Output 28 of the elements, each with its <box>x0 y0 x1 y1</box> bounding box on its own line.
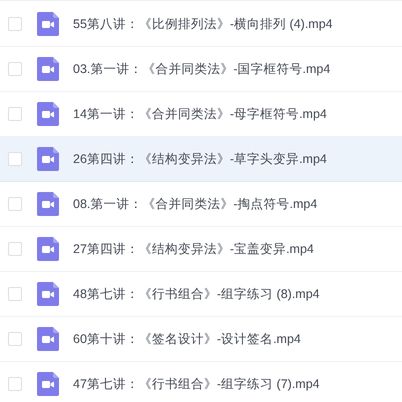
checkbox[interactable] <box>8 152 22 166</box>
file-name: 47第七讲：《行书组合》-组字练习 (7).mp4 <box>73 376 320 393</box>
file-name: 08.第一讲：《合并同类法》-掏点符号.mp4 <box>73 196 318 213</box>
checkbox[interactable] <box>8 107 22 121</box>
video-file-icon <box>37 192 59 216</box>
file-name: 55第八讲：《比例排列法》-横向排列 (4).mp4 <box>73 16 333 33</box>
file-name: 26第四讲：《结构变异法》-草字头变异.mp4 <box>73 150 327 168</box>
checkbox[interactable] <box>8 197 22 211</box>
file-row[interactable]: 26第四讲：《结构变异法》-草字头变异.mp4 <box>0 137 402 182</box>
checkbox[interactable] <box>8 287 22 301</box>
checkbox[interactable] <box>8 332 22 346</box>
checkbox[interactable] <box>8 62 22 76</box>
file-name: 27第四讲：《结构变异法》-宝盖变异.mp4 <box>73 240 314 258</box>
video-file-icon <box>37 372 59 396</box>
video-file-icon <box>37 327 59 351</box>
video-file-icon <box>37 12 59 36</box>
file-name: 48第七讲：《行书组合》-组字练习 (8).mp4 <box>73 286 320 303</box>
video-file-icon <box>37 102 59 126</box>
video-file-icon <box>37 147 59 171</box>
checkbox[interactable] <box>8 242 22 256</box>
file-name: 60第十讲：《签名设计》-设计签名.mp4 <box>73 330 301 348</box>
file-name: 03.第一讲：《合并同类法》-国字框符号.mp4 <box>73 60 330 78</box>
video-file-icon <box>37 237 59 261</box>
checkbox[interactable] <box>8 17 22 31</box>
file-name: 14第一讲：《合并同类法》-母字框符号.mp4 <box>73 106 327 123</box>
checkbox[interactable] <box>8 377 22 391</box>
video-file-icon <box>37 282 59 306</box>
video-file-icon <box>37 57 59 81</box>
